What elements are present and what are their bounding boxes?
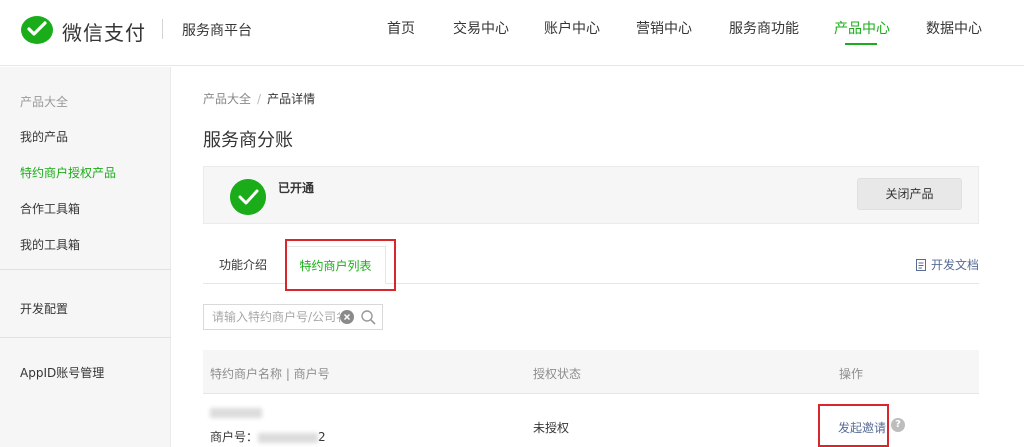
nav-account[interactable]: 账户中心 — [544, 18, 600, 38]
sidebar-item-my-products[interactable]: 我的产品 — [20, 128, 68, 145]
close-product-button[interactable]: 关闭产品 — [857, 178, 962, 210]
merchant-name-redacted — [210, 408, 262, 418]
breadcrumb: 产品大全 / 产品详情 — [203, 90, 315, 107]
tab-features[interactable]: 功能介绍 — [203, 246, 283, 284]
sidebar-item-appid[interactable]: AppID账号管理 — [20, 364, 104, 381]
dev-doc-label: 开发文档 — [930, 258, 979, 272]
merchant-id-tail: 2 — [318, 430, 326, 444]
header-actions: 操作 — [839, 367, 864, 381]
nav-data[interactable]: 数据中心 — [926, 18, 982, 38]
status-text: 已开通 — [278, 181, 315, 195]
nav-transactions[interactable]: 交易中心 — [453, 18, 509, 38]
search-icon[interactable] — [361, 310, 376, 325]
sidebar-divider — [0, 269, 171, 270]
nav-provider-functions[interactable]: 服务商功能 — [729, 18, 799, 38]
highlight-box-tab — [285, 239, 396, 291]
dev-doc-link[interactable]: 开发文档 — [915, 256, 979, 273]
breadcrumb-separator: / — [257, 92, 262, 106]
highlight-box-invite — [818, 404, 889, 447]
sidebar-item-partner-toolbox[interactable]: 合作工具箱 — [20, 200, 80, 217]
breadcrumb-root[interactable]: 产品大全 — [203, 92, 251, 106]
header-merchant-name: 特约商户名称 | 商户号 — [210, 367, 330, 381]
breadcrumb-current: 产品详情 — [267, 92, 316, 106]
sidebar-group-title: 产品大全 — [20, 95, 69, 109]
merchant-id-cell: 商户号： 2 — [210, 428, 326, 445]
active-nav-underline — [845, 43, 877, 45]
auth-status: 未授权 — [533, 421, 570, 435]
clear-icon[interactable] — [340, 310, 354, 324]
nav-home[interactable]: 首页 — [387, 18, 415, 38]
page-title: 服务商分账 — [203, 130, 293, 151]
merchant-search-input[interactable] — [204, 305, 340, 329]
sidebar: 产品大全 我的产品 特约商户授权产品 合作工具箱 我的工具箱 开发配置 AppI… — [0, 67, 171, 447]
help-icon[interactable]: ? — [891, 418, 905, 432]
table-header: 特约商户名称 | 商户号 授权状态 操作 — [203, 350, 979, 394]
merchant-search — [203, 304, 383, 330]
nav-products[interactable]: 产品中心 — [834, 18, 890, 38]
product-status-card: 已开通 关闭产品 — [203, 166, 979, 224]
nav-marketing[interactable]: 营销中心 — [636, 18, 692, 38]
sidebar-item-my-toolbox[interactable]: 我的工具箱 — [20, 236, 80, 253]
check-circle-icon — [230, 179, 266, 215]
merchant-id-redacted — [258, 432, 319, 443]
header-auth-status: 授权状态 — [533, 367, 582, 381]
sidebar-divider — [0, 337, 171, 338]
main-nav: 首页 交易中心 账户中心 营销中心 服务商功能 产品中心 数据中心 — [0, 18, 1024, 66]
sidebar-item-dev-config[interactable]: 开发配置 — [20, 300, 68, 317]
sidebar-item-merchant-auth-products[interactable]: 特约商户授权产品 — [20, 164, 116, 181]
top-header: 微信支付 服务商平台 首页 交易中心 账户中心 营销中心 服务商功能 产品中心 … — [0, 0, 1024, 66]
merchant-id-label: 商户号： — [210, 430, 259, 444]
document-icon — [915, 258, 926, 271]
